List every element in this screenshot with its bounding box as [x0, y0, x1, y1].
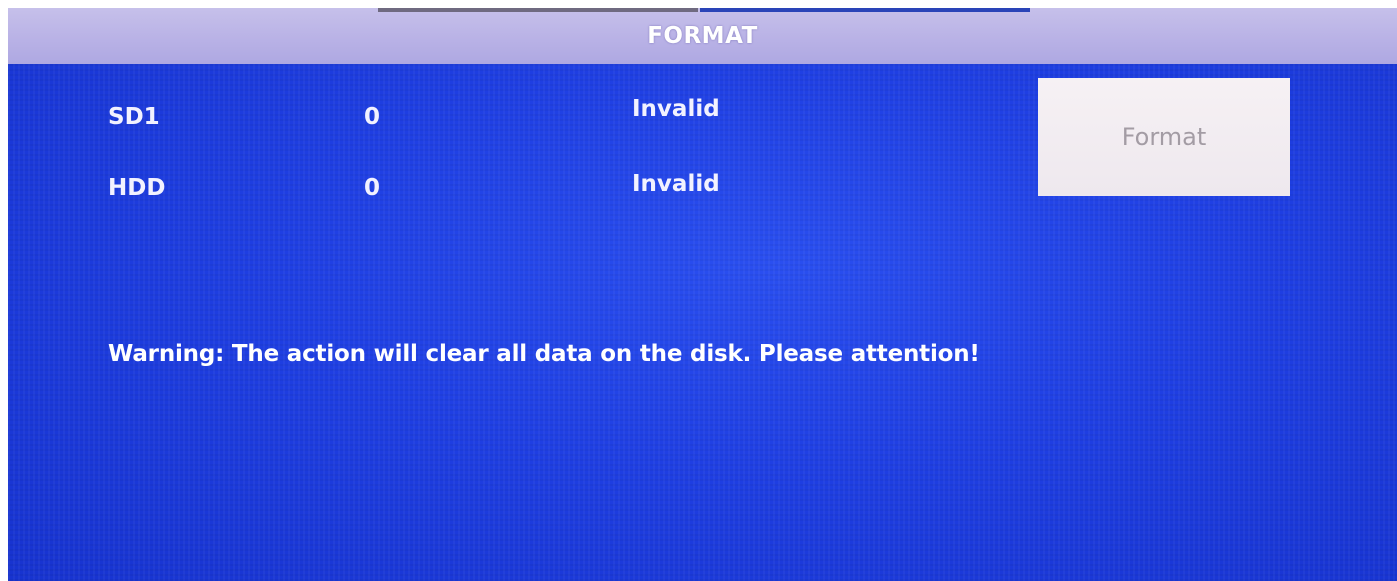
- screen: FORMAT SD1 0 Invalid HDD 0 Invalid Forma…: [0, 0, 1397, 581]
- disk-status: Invalid: [632, 96, 720, 122]
- format-button[interactable]: Format: [1038, 78, 1290, 196]
- dialog-title: FORMAT: [647, 23, 758, 49]
- format-dialog: FORMAT SD1 0 Invalid HDD 0 Invalid Forma…: [8, 8, 1397, 581]
- warning-message: Warning: The action will clear all data …: [108, 341, 980, 367]
- disk-size: 0: [364, 104, 381, 130]
- disk-row-hdd: HDD 0 Invalid: [8, 171, 1008, 213]
- disk-name: SD1: [108, 104, 160, 130]
- disk-status: Invalid: [632, 171, 720, 197]
- disk-row-sd1: SD1 0 Invalid: [8, 96, 1008, 140]
- disk-size: 0: [364, 175, 381, 201]
- title-bar: FORMAT: [8, 8, 1397, 64]
- disk-name: HDD: [108, 175, 166, 201]
